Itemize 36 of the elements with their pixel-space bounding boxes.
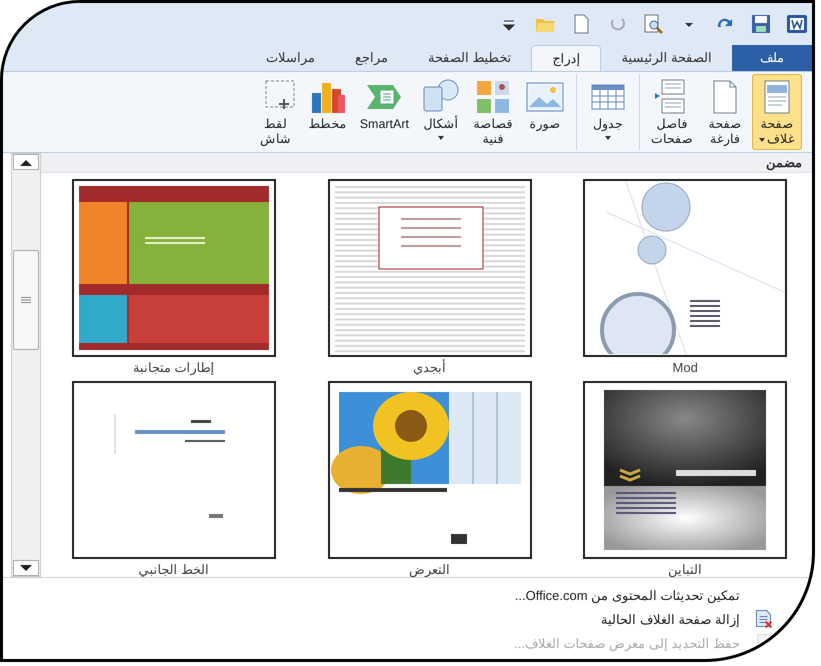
ribbon-button[interactable]: SmartArt <box>354 74 414 150</box>
ribbon-tab[interactable]: تخطيط الصفحة <box>408 45 532 71</box>
ribbon-button[interactable]: مخطط <box>302 74 353 150</box>
document-remove-icon <box>756 610 772 628</box>
template-label: الخط الجانبي <box>138 561 210 579</box>
print-preview-icon[interactable] <box>642 13 664 35</box>
ribbon-button[interactable]: صفحة فارغة <box>700 74 750 150</box>
ribbon-button[interactable]: صفحة غلاف <box>752 74 802 150</box>
ribbon-tab[interactable]: الصفحة الرئيسية <box>601 45 732 71</box>
word-logo-icon[interactable] <box>786 13 808 35</box>
template-label: التباين <box>668 561 702 579</box>
scrollbar[interactable] <box>11 153 41 577</box>
template-label: أبجدي <box>413 358 446 377</box>
ribbon-tab[interactable]: ملف <box>732 45 812 71</box>
template-label: Mod <box>672 359 698 377</box>
template-label: إطارات متجانبة <box>133 359 215 378</box>
menu-item[interactable]: تمكين تحديثات المحتوى من Office.com... <box>514 586 740 606</box>
template-label: التعرض <box>409 561 450 579</box>
ribbon-tab[interactable]: مراسلات <box>246 45 335 71</box>
up-arrow-icon <box>20 158 32 166</box>
ribbon-tab[interactable]: مراجع <box>334 45 408 71</box>
grip-icon <box>21 297 31 303</box>
down-arrow-icon <box>20 564 32 572</box>
scroll-thumb[interactable] <box>13 250 39 350</box>
save-icon[interactable] <box>750 13 772 35</box>
ribbon-button[interactable]: فاصل صفحات <box>646 74 698 150</box>
scroll-down-button[interactable] <box>13 560 39 576</box>
menu-item[interactable]: إزالة صفحة الغلاف الحالية <box>601 610 740 630</box>
ribbon-button[interactable]: لقط شاش <box>250 74 301 150</box>
section-header: مضمن <box>766 154 802 172</box>
ribbon-button[interactable]: جدول <box>583 74 633 150</box>
ribbon-button[interactable]: قصاصة فنية <box>468 74 518 150</box>
ribbon-tab[interactable]: إدراج <box>531 45 602 71</box>
ribbon-button[interactable]: أشكال <box>416 74 466 150</box>
scroll-up-button[interactable] <box>13 154 39 170</box>
ribbon-button[interactable]: صورة <box>520 74 570 150</box>
